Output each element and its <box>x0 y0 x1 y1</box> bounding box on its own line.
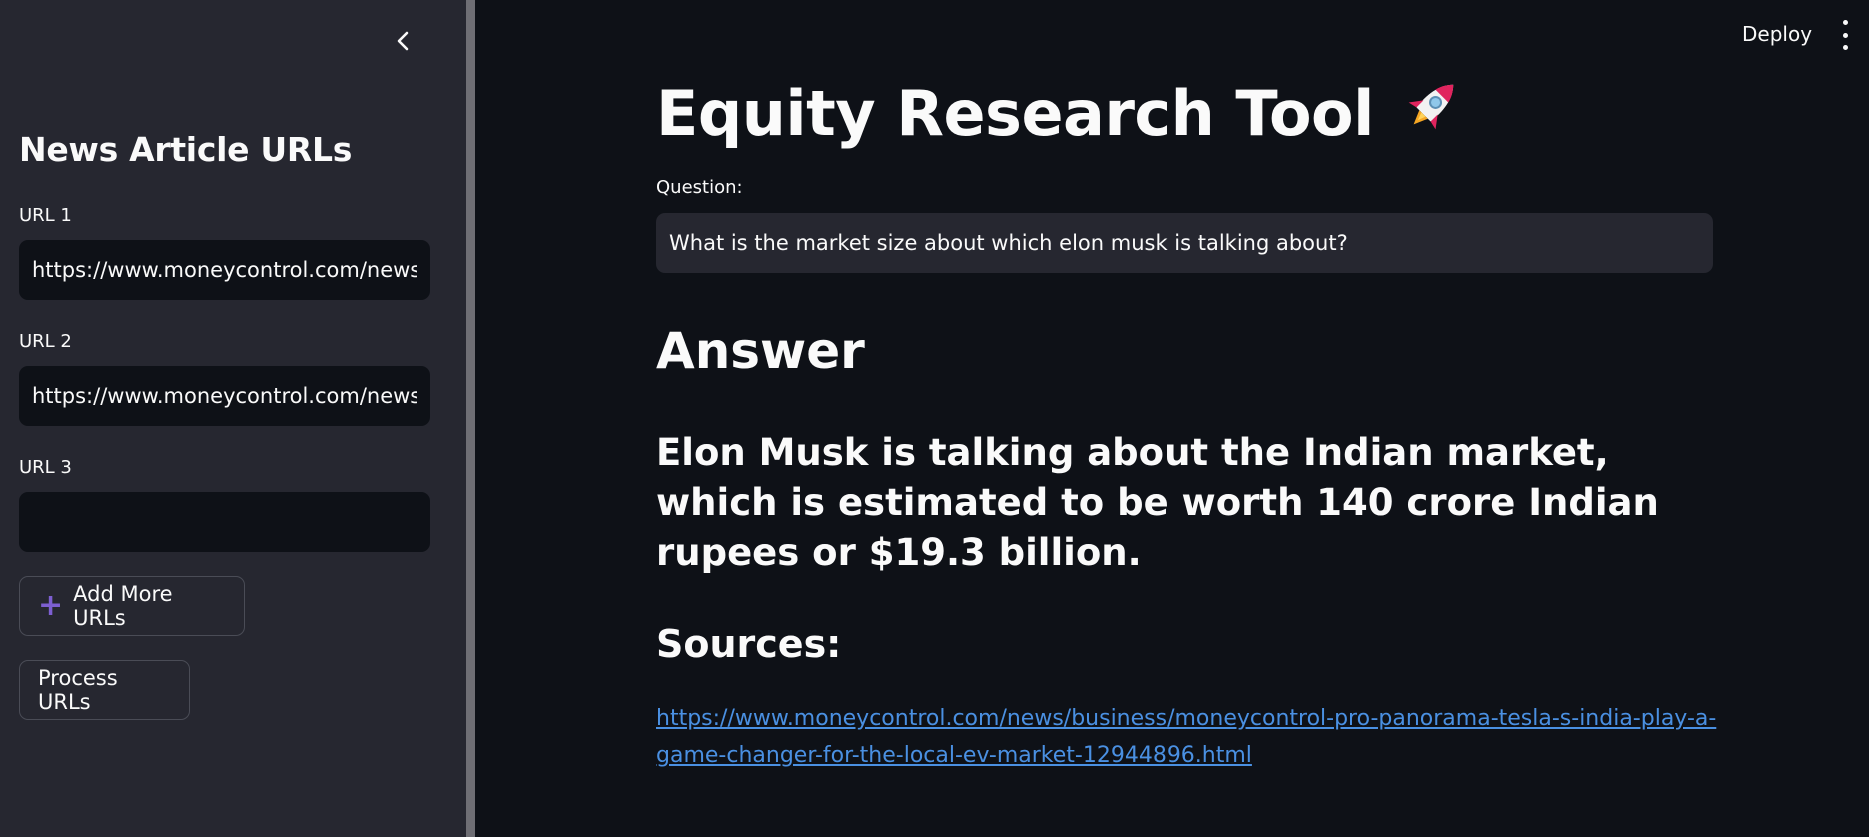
source-link[interactable]: https://www.moneycontrol.com/news/busine… <box>656 700 1721 774</box>
collapse-sidebar-button[interactable] <box>388 26 418 56</box>
url-3-input[interactable] <box>19 492 430 552</box>
process-urls-button[interactable]: Process URLs <box>19 660 190 720</box>
add-more-urls-button[interactable]: + Add More URLs <box>19 576 245 636</box>
url-2-input[interactable] <box>19 366 430 426</box>
answer-heading: Answer <box>656 322 865 380</box>
more-vertical-icon[interactable] <box>1838 20 1852 50</box>
app-root: News Article URLs URL 1 URL 2 URL 3 + Ad… <box>0 0 1869 837</box>
question-input[interactable] <box>656 213 1713 273</box>
page-title-text: Equity Research Tool <box>656 77 1374 150</box>
sidebar-resize-handle[interactable] <box>466 0 475 837</box>
url-3-label: URL 3 <box>19 457 72 478</box>
answer-text: Elon Musk is talking about the Indian ma… <box>656 431 1659 574</box>
add-more-urls-label: Add More URLs <box>73 582 173 630</box>
sidebar: News Article URLs URL 1 URL 2 URL 3 + Ad… <box>0 0 466 837</box>
sources-heading: Sources: <box>656 622 842 666</box>
url-1-label: URL 1 <box>19 205 72 226</box>
chevron-left-icon <box>397 31 409 51</box>
sidebar-title: News Article URLs <box>19 130 353 169</box>
question-label: Question: <box>656 177 743 198</box>
rocket-icon <box>1398 72 1466 155</box>
page-title: Equity Research Tool <box>656 72 1466 155</box>
deploy-button[interactable]: Deploy <box>1742 22 1812 46</box>
process-urls-label: Process URLs <box>38 666 118 714</box>
url-2-label: URL 2 <box>19 331 72 352</box>
url-1-input[interactable] <box>19 240 430 300</box>
plus-icon: + <box>38 588 64 623</box>
